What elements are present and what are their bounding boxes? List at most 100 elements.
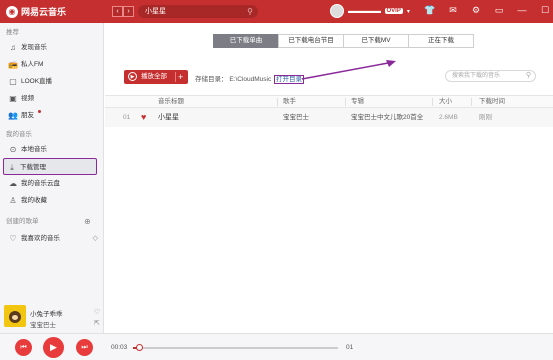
sidebar-item-label: 本地音乐	[21, 146, 47, 153]
sidebar-item-discover[interactable]: ♫ 发现音乐	[0, 39, 103, 56]
mini-mode-icon[interactable]: ▭	[493, 5, 505, 16]
sidebar-item-look[interactable]: ▢ LOOK直播	[0, 73, 103, 90]
vip-badge[interactable]: OVIP	[384, 8, 403, 14]
gear-icon[interactable]: ⚙	[470, 5, 482, 16]
song-title[interactable]: 小星星	[158, 108, 179, 127]
sidebar-item-liked[interactable]: ♡ 我喜欢的音乐 ◇	[0, 230, 103, 247]
total-time: 01	[346, 344, 354, 351]
column-divider	[277, 98, 278, 106]
sidebar-item-downloads[interactable]: ⤓ 下载管理	[3, 158, 97, 175]
video-icon: ▣	[9, 94, 17, 103]
download-tabs: 已下载单曲 已下载电台节目 已下载MV 正在下载	[213, 34, 474, 48]
forward-arrow-icon[interactable]: ›	[123, 6, 134, 17]
tab-downloaded-radio[interactable]: 已下载电台节目	[278, 34, 344, 48]
col-artist[interactable]: 歌手	[283, 96, 296, 108]
now-playing-title[interactable]: 小兔子乖乖	[30, 308, 63, 318]
download-icon: ⤓	[10, 163, 14, 172]
collection-icon: ♙	[9, 196, 17, 205]
song-artist[interactable]: 宝宝巴士	[283, 108, 309, 127]
sidebar-item-video[interactable]: ▣ 视频	[0, 90, 103, 107]
tab-downloaded-mv[interactable]: 已下载MV	[343, 34, 409, 48]
back-arrow-icon[interactable]: ‹	[112, 6, 123, 17]
radio-icon: 📻	[8, 60, 18, 69]
search-value: 小星星	[145, 8, 166, 15]
previous-icon: ⏮	[20, 344, 27, 351]
play-icon: ▶	[50, 342, 57, 352]
netease-logo-icon: ◉	[6, 5, 18, 18]
skin-icon[interactable]: 👕	[424, 5, 436, 16]
chevron-down-icon[interactable]: ▾	[407, 8, 410, 15]
maximize-icon[interactable]: ☐	[539, 5, 551, 16]
play-all-button[interactable]: ▶ 播放全部 +	[124, 70, 188, 84]
storage-path: E:\CloudMusic	[229, 76, 272, 83]
storage-directory: 存储目录： E:\CloudMusic 打开目录	[195, 73, 305, 84]
song-album[interactable]: 宝宝巴士中文儿歌20首全	[351, 108, 423, 127]
play-all-label: 播放全部	[141, 73, 167, 80]
app-logo[interactable]: ◉ 网易云音乐	[6, 5, 66, 18]
avatar[interactable]	[330, 4, 344, 18]
user-profile[interactable]: ▬▬▬▬▬ OVIP ▾	[330, 4, 410, 18]
user-name[interactable]: ▬▬▬▬▬	[348, 8, 381, 15]
next-icon: ⏭	[81, 344, 88, 351]
like-icon[interactable]: ♡	[94, 308, 100, 316]
current-time: 00:03	[111, 344, 128, 351]
divider	[175, 72, 176, 82]
add-to-queue-icon[interactable]: +	[178, 70, 183, 84]
album-cover[interactable]	[4, 305, 26, 327]
liked-heart-icon[interactable]: ♥	[141, 108, 146, 127]
search-icon[interactable]: ⚲	[526, 71, 531, 81]
now-playing-artist[interactable]: 宝宝巴士	[30, 319, 56, 329]
progress-bar[interactable]	[133, 344, 338, 351]
tab-downloaded-songs[interactable]: 已下载单曲	[213, 34, 279, 48]
now-playing-panel: 小兔子乖乖 宝宝巴士 ♡ ⇱	[0, 303, 104, 333]
previous-button[interactable]: ⏮	[15, 339, 32, 356]
sidebar-item-label: 视频	[21, 95, 34, 102]
sidebar-item-label: 朋友	[21, 112, 34, 119]
col-album[interactable]: 专辑	[351, 96, 364, 108]
mail-icon[interactable]: ✉	[447, 5, 459, 16]
tab-downloading[interactable]: 正在下载	[408, 34, 474, 48]
section-created-playlists: 创建的歌单 ⊕	[0, 214, 103, 230]
heart-mode-icon[interactable]: ◇	[93, 230, 98, 247]
main-content: 已下载单曲 已下载电台节目 已下载MV 正在下载 ▶ 播放全部 + 存储目录： …	[105, 23, 553, 333]
player-bar: ⏮ ▶ ⏭ 00:03 01	[0, 333, 553, 360]
col-time[interactable]: 下载时间	[479, 96, 505, 108]
song-size: 2.6MB	[439, 114, 458, 121]
notification-dot	[37, 110, 41, 113]
col-size[interactable]: 大小	[439, 96, 452, 108]
search-placeholder: 搜索我下载的音乐	[452, 73, 501, 79]
sidebar-item-friends[interactable]: 👥 朋友	[0, 107, 103, 124]
next-button[interactable]: ⏭	[76, 339, 93, 356]
share-icon[interactable]: ⇱	[94, 319, 100, 327]
sidebar-item-label: 发现音乐	[21, 44, 47, 51]
col-title[interactable]: 音乐标题	[158, 96, 184, 108]
sidebar-item-collection[interactable]: ♙ 我的收藏	[0, 192, 103, 209]
sidebar-item-label: 我喜欢的音乐	[21, 235, 60, 242]
play-button[interactable]: ▶	[43, 337, 64, 358]
row-number: 01	[123, 114, 131, 121]
download-search-input[interactable]: 搜索我下载的音乐 ⚲	[445, 70, 536, 82]
add-playlist-icon[interactable]: ⊕	[84, 214, 91, 230]
sidebar-item-local-music[interactable]: ⊙ 本地音乐	[0, 141, 103, 158]
section-label: 创建的歌单	[6, 218, 39, 225]
history-nav: ‹ ›	[112, 6, 134, 17]
album-art-shape	[12, 315, 18, 320]
cloud-icon: ☁	[9, 179, 17, 188]
sidebar-item-label: 私人FM	[21, 61, 44, 68]
table-row[interactable]: 01 ♥ 小星星 宝宝巴士 宝宝巴士中文儿歌20首全 2.6MB 刚刚	[105, 108, 553, 127]
progress-handle[interactable]	[136, 344, 144, 351]
sidebar-item-label: LOOK直播	[21, 78, 53, 85]
top-toolbar-icons: 👕 ✉ ⚙ ▭ — ☐ ✕	[424, 5, 553, 16]
sidebar-item-cloud[interactable]: ☁ 我的音乐云盘	[0, 175, 103, 192]
local-music-icon: ⊙	[9, 145, 17, 154]
search-input[interactable]: 小星星 ⚲	[138, 5, 258, 18]
search-icon[interactable]: ⚲	[247, 5, 253, 18]
sidebar-item-fm[interactable]: 📻 私人FM	[0, 56, 103, 73]
live-icon: ▢	[9, 77, 17, 86]
download-table: 音乐标题 歌手 专辑 大小 下载时间 01 ♥ 小星星 宝宝巴士 宝宝巴士中文儿…	[105, 95, 553, 127]
minimize-icon[interactable]: —	[516, 5, 528, 16]
sidebar-item-label: 我的收藏	[21, 197, 47, 204]
title-bar: ◉ 网易云音乐 ‹ › 小星星 ⚲ ▬▬▬▬▬ OVIP ▾ 👕 ✉ ⚙ ▭ —…	[0, 0, 553, 23]
play-circle-icon: ▶	[128, 72, 137, 81]
sidebar-item-label: 我的音乐云盘	[21, 180, 60, 187]
